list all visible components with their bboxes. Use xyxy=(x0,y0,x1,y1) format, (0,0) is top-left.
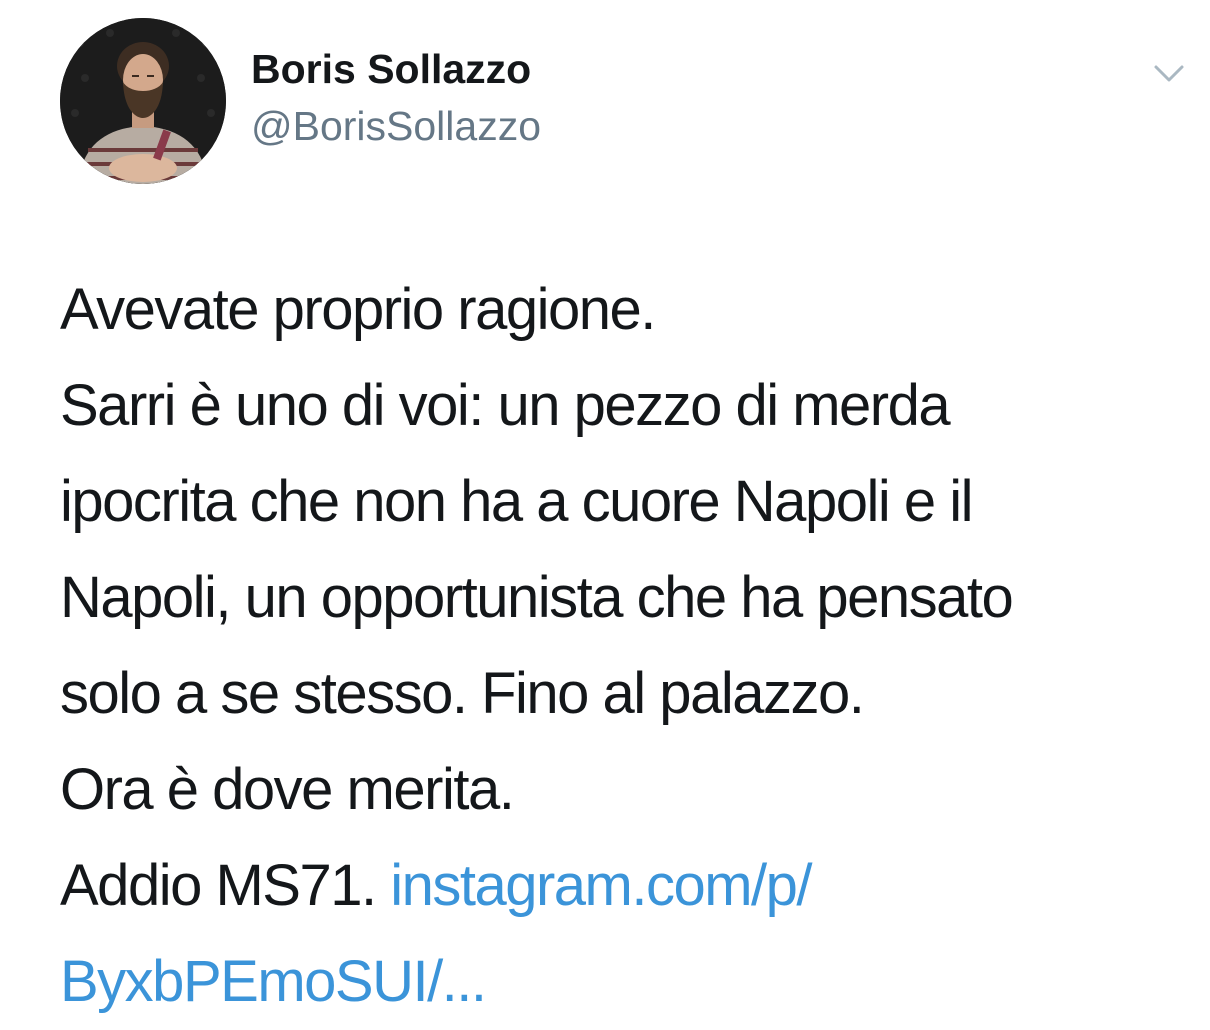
avatar-image xyxy=(60,18,226,184)
author-handle[interactable]: @BorisSollazzo xyxy=(251,101,541,151)
tweet-card: Boris Sollazzo @BorisSollazzo Avevate pr… xyxy=(0,0,1210,1014)
tweet-line: Sarri è uno di voi: un pezzo di merda xyxy=(60,373,951,438)
tweet-link-continuation: ByxbPEmoSUI/... xyxy=(60,934,1180,1030)
chevron-down-icon[interactable] xyxy=(1148,58,1190,88)
tweet-line: Napoli, un opportunista che ha pensato xyxy=(60,565,1014,630)
tweet-line-with-link: Addio MS71. instagram.com/p/ xyxy=(60,838,1180,934)
tweet-line: Avevate proprio ragione. xyxy=(60,277,656,342)
tweet-line: ipocrita che non ha a cuore Napoli e il xyxy=(60,469,973,534)
author-display-name[interactable]: Boris Sollazzo xyxy=(251,44,531,94)
avatar[interactable] xyxy=(60,18,226,184)
instagram-link[interactable]: instagram.com/p/ xyxy=(390,853,812,918)
instagram-link-continued[interactable]: ByxbPEmoSUI/... xyxy=(60,949,487,1014)
tweet-line: Ora è dove merita. xyxy=(60,757,515,822)
tweet-line: solo a se stesso. Fino al palazzo. xyxy=(60,661,865,726)
tweet-text: Avevate proprio ragione. Sarri è uno di … xyxy=(60,262,1180,1030)
tweet-line-prefix: Addio MS71. xyxy=(60,853,377,918)
